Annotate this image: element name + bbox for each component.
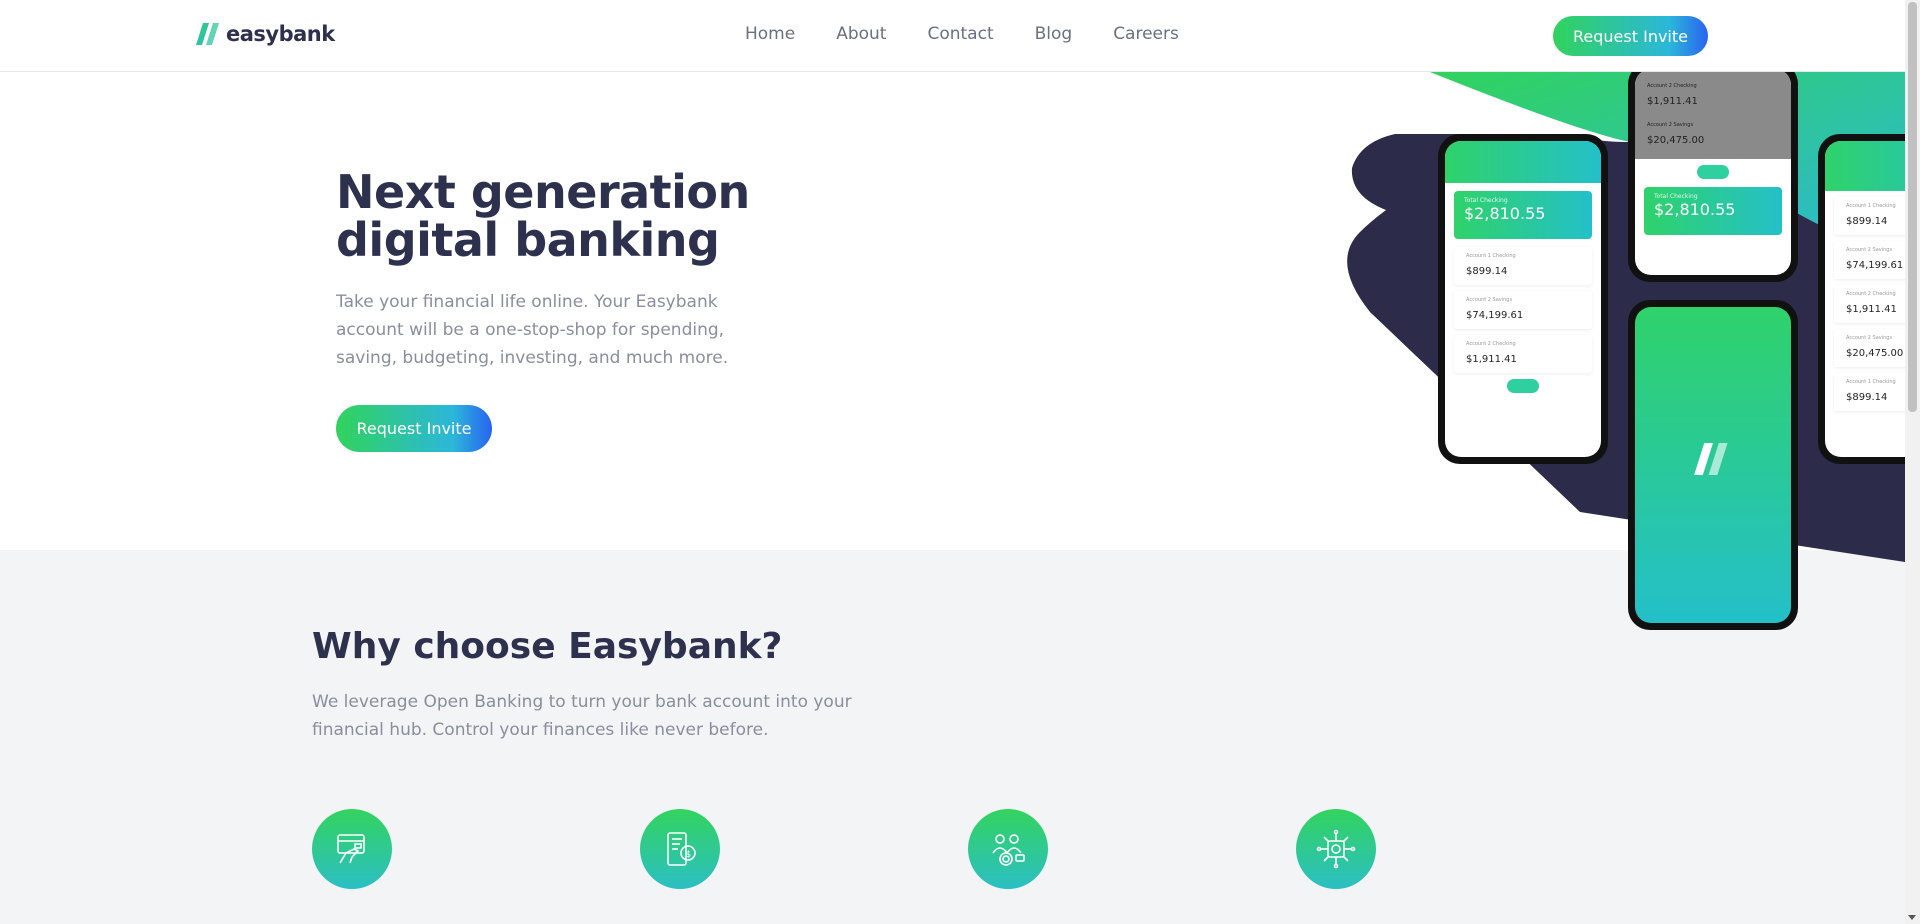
nav-about[interactable]: About [836, 24, 886, 44]
hero-section: Next generation digital banking Take you… [0, 72, 1905, 550]
main-nav: Home About Contact Blog Careers [745, 24, 1179, 44]
hero-title: Next generation digital banking [336, 168, 750, 264]
scrollbar-thumb[interactable] [1908, 2, 1917, 412]
fast-onboarding-icon [968, 809, 1048, 889]
svg-text:$: $ [686, 850, 692, 860]
nav-careers[interactable]: Careers [1113, 24, 1179, 44]
site-header: easybank Home About Contact Blog Careers… [0, 0, 1905, 72]
simple-budgeting-icon: $ [640, 809, 720, 889]
why-title: Why choose Easybank? [312, 626, 783, 667]
why-section: Why choose Easybank? We leverage Open Ba… [0, 550, 1905, 924]
nav-home[interactable]: Home [745, 24, 795, 44]
nav-blog[interactable]: Blog [1035, 24, 1073, 44]
logo-icon [196, 23, 219, 45]
hero-title-line1: Next generation [336, 165, 750, 219]
page-scrollbar[interactable] [1905, 0, 1920, 924]
nav-contact[interactable]: Contact [927, 24, 993, 44]
open-api-icon [1296, 809, 1376, 889]
header-request-invite-button[interactable]: Request Invite [1553, 16, 1708, 56]
hero-title-line2: digital banking [336, 213, 720, 267]
logo-text: easybank [226, 22, 335, 46]
online-banking-icon [312, 809, 392, 889]
hero-request-invite-button[interactable]: Request Invite [336, 405, 492, 452]
hero-description: Take your financial life online. Your Ea… [336, 292, 729, 368]
logo[interactable]: easybank [196, 22, 335, 46]
scroll-down-arrow-icon[interactable] [1908, 915, 1916, 920]
why-description: We leverage Open Banking to turn your ba… [312, 692, 852, 740]
